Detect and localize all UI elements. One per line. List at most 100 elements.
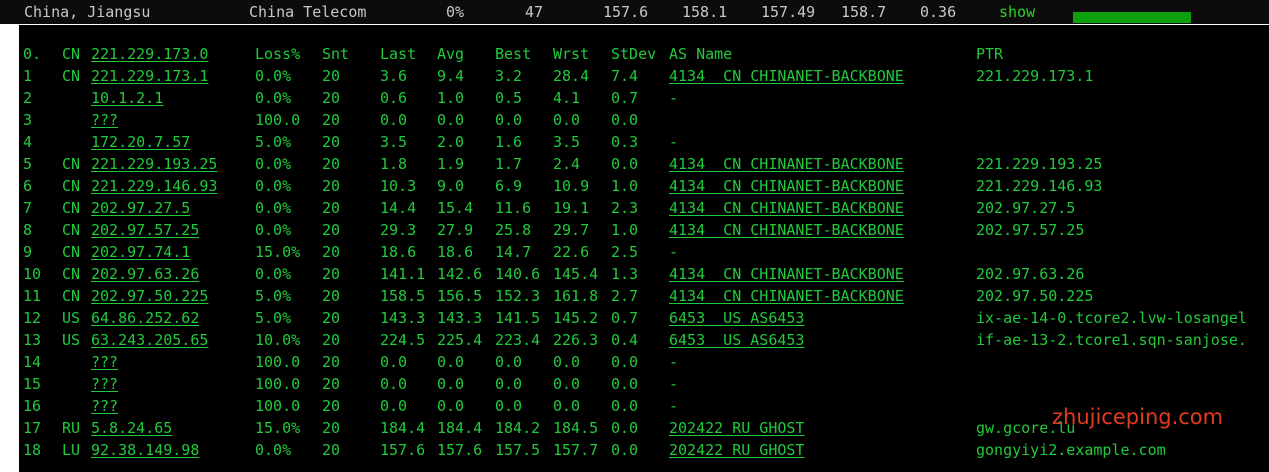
hop-stdev: 0.7 xyxy=(611,309,639,327)
hop-host[interactable]: 10.1.2.1 xyxy=(91,89,163,107)
hop-num: 10 xyxy=(23,265,42,283)
hop-host[interactable]: 221.229.193.25 xyxy=(91,155,217,173)
hop-num: 3 xyxy=(23,111,33,129)
header-loss: Loss% xyxy=(255,45,301,63)
hop-last: 224.5 xyxy=(380,331,426,349)
hop-avg: 142.6 xyxy=(437,265,483,283)
hop-row: 14??? 100.0 20 0.0 0.0 0.0 0.0 0.0 - xyxy=(19,352,1269,374)
hop-host[interactable]: ??? xyxy=(91,375,118,393)
hop-stdev: 0.4 xyxy=(611,331,639,349)
hop-as[interactable]: 6453 US AS6453 xyxy=(669,331,804,349)
hop-snt: 20 xyxy=(322,419,341,437)
hop-loss: 15.0% xyxy=(255,419,301,437)
hop-host[interactable]: 92.38.149.98 xyxy=(91,441,199,459)
hop-stdev: 0.0 xyxy=(611,397,639,415)
header-host[interactable]: 221.229.173.0 xyxy=(91,45,208,63)
hop-avg: 156.5 xyxy=(437,287,483,305)
hop-wrst: 2.4 xyxy=(553,155,581,173)
hop-avg: 9.0 xyxy=(437,177,465,195)
summary-last: 157.6 xyxy=(603,3,649,21)
hop-avg: 1.0 xyxy=(437,89,465,107)
hop-loss: 5.0% xyxy=(255,287,292,305)
hop-loss: 10.0% xyxy=(255,331,301,349)
hop-host[interactable]: ??? xyxy=(91,397,118,415)
hop-loss: 5.0% xyxy=(255,309,292,327)
hop-best: 140.6 xyxy=(495,265,541,283)
hop-avg: 157.6 xyxy=(437,441,483,459)
hop-ptr: gongyiyi2.example.com xyxy=(976,441,1166,459)
hop-row: 1 CN 221.229.173.1 0.0% 20 3.6 9.4 3.2 28.4 7.4 41… xyxy=(19,66,1269,88)
hop-as[interactable]: 202422 RU GHOST xyxy=(669,419,804,437)
hop-host[interactable]: ??? xyxy=(91,111,118,129)
hop-loss: 0.0% xyxy=(255,155,292,173)
hop-cc: US xyxy=(62,331,81,349)
header-row: 0. CN 221.229.173.0 Loss% Snt Last Avg B… xyxy=(19,44,1269,66)
hop-cc: CN xyxy=(62,155,81,173)
hop-host[interactable]: 202.97.57.25 xyxy=(91,221,199,239)
hop-last: 0.0 xyxy=(380,397,408,415)
hop-snt: 20 xyxy=(322,397,341,415)
hop-host[interactable]: 202.97.74.1 xyxy=(91,243,190,261)
hop-avg: 18.6 xyxy=(437,243,474,261)
hop-cc: CN xyxy=(62,287,81,305)
hop-as: - xyxy=(669,89,679,107)
summary-wrst: 158.7 xyxy=(841,3,887,21)
hop-host[interactable]: 5.8.24.65 xyxy=(91,419,172,437)
hop-last: 184.4 xyxy=(380,419,426,437)
hop-ptr: 221.229.193.25 xyxy=(976,155,1103,173)
hop-ptr: 221.229.173.1 xyxy=(976,67,1094,85)
hop-snt: 20 xyxy=(322,155,341,173)
hop-host[interactable]: 172.20.7.57 xyxy=(91,133,190,151)
hop-row: 11 CN 202.97.50.225 5.0% 20 158.5 156.5 152.3 16… xyxy=(19,286,1269,308)
hop-cc: US xyxy=(62,309,81,327)
hop-stdev: 1.3 xyxy=(611,265,639,283)
hop-as[interactable]: 4134 CN CHINANET-BACKBONE xyxy=(669,67,904,85)
hop-avg: 0.0 xyxy=(437,375,465,393)
hop-host[interactable]: 202.97.27.5 xyxy=(91,199,190,217)
show-link[interactable]: show xyxy=(999,3,1035,21)
hop-avg: 143.3 xyxy=(437,309,483,327)
hop-num: 9 xyxy=(23,243,33,261)
hop-stdev: 0.0 xyxy=(611,111,639,129)
hop-snt: 20 xyxy=(322,243,341,261)
hop-stdev: 2.5 xyxy=(611,243,639,261)
hop-as: - xyxy=(669,243,679,261)
hop-host[interactable]: 202.97.50.225 xyxy=(91,287,208,305)
hop-ptr: 202.97.63.26 xyxy=(976,265,1085,283)
hop-row: 8 CN 202.97.57.25 0.0% 20 29.3 27.9 25.8 29.7 1.0… xyxy=(19,220,1269,242)
hop-as[interactable]: 4134 CN CHINANET-BACKBONE xyxy=(669,287,904,305)
hop-host[interactable]: 202.97.63.26 xyxy=(91,265,199,283)
hop-host[interactable]: 63.243.205.65 xyxy=(91,331,208,349)
hop-as[interactable]: 4134 CN CHINANET-BACKBONE xyxy=(669,221,904,239)
hop-snt: 20 xyxy=(322,309,341,327)
hop-wrst: 157.7 xyxy=(553,441,599,459)
hop-snt: 20 xyxy=(322,199,341,217)
hop-snt: 20 xyxy=(322,67,341,85)
hop-host[interactable]: 221.229.146.93 xyxy=(91,177,217,195)
hop-cc: LU xyxy=(62,441,81,459)
hop-as[interactable]: 6453 US AS6453 xyxy=(669,309,804,327)
hop-snt: 20 xyxy=(322,111,341,129)
hop-as[interactable]: 4134 CN CHINANET-BACKBONE xyxy=(669,155,904,173)
hop-as[interactable]: 4134 CN CHINANET-BACKBONE xyxy=(669,177,904,195)
hop-host[interactable]: ??? xyxy=(91,353,118,371)
hop-host[interactable]: 64.86.252.62 xyxy=(91,309,199,327)
hop-ptr: ix-ae-14-0.tcore2.lvw-losangel xyxy=(976,309,1247,327)
hop-as[interactable]: 202422 RU GHOST xyxy=(669,441,804,459)
hop-as[interactable]: 4134 CN CHINANET-BACKBONE xyxy=(669,199,904,217)
hop-num: 13 xyxy=(23,331,42,349)
hop-num: 12 xyxy=(23,309,42,327)
hop-ptr: 202.97.57.25 xyxy=(976,221,1085,239)
hop-wrst: 145.4 xyxy=(553,265,599,283)
hop-loss: 15.0% xyxy=(255,243,301,261)
hop-last: 0.6 xyxy=(380,89,408,107)
hop-snt: 20 xyxy=(322,265,341,283)
hop-num: 2 xyxy=(23,89,33,107)
hop-best: 0.0 xyxy=(495,353,523,371)
hop-num: 7 xyxy=(23,199,33,217)
hop-last: 10.3 xyxy=(380,177,417,195)
hop-host[interactable]: 221.229.173.1 xyxy=(91,67,208,85)
hop-as[interactable]: 4134 CN CHINANET-BACKBONE xyxy=(669,265,904,283)
hop-loss: 0.0% xyxy=(255,177,292,195)
hop-stdev: 0.7 xyxy=(611,89,639,107)
